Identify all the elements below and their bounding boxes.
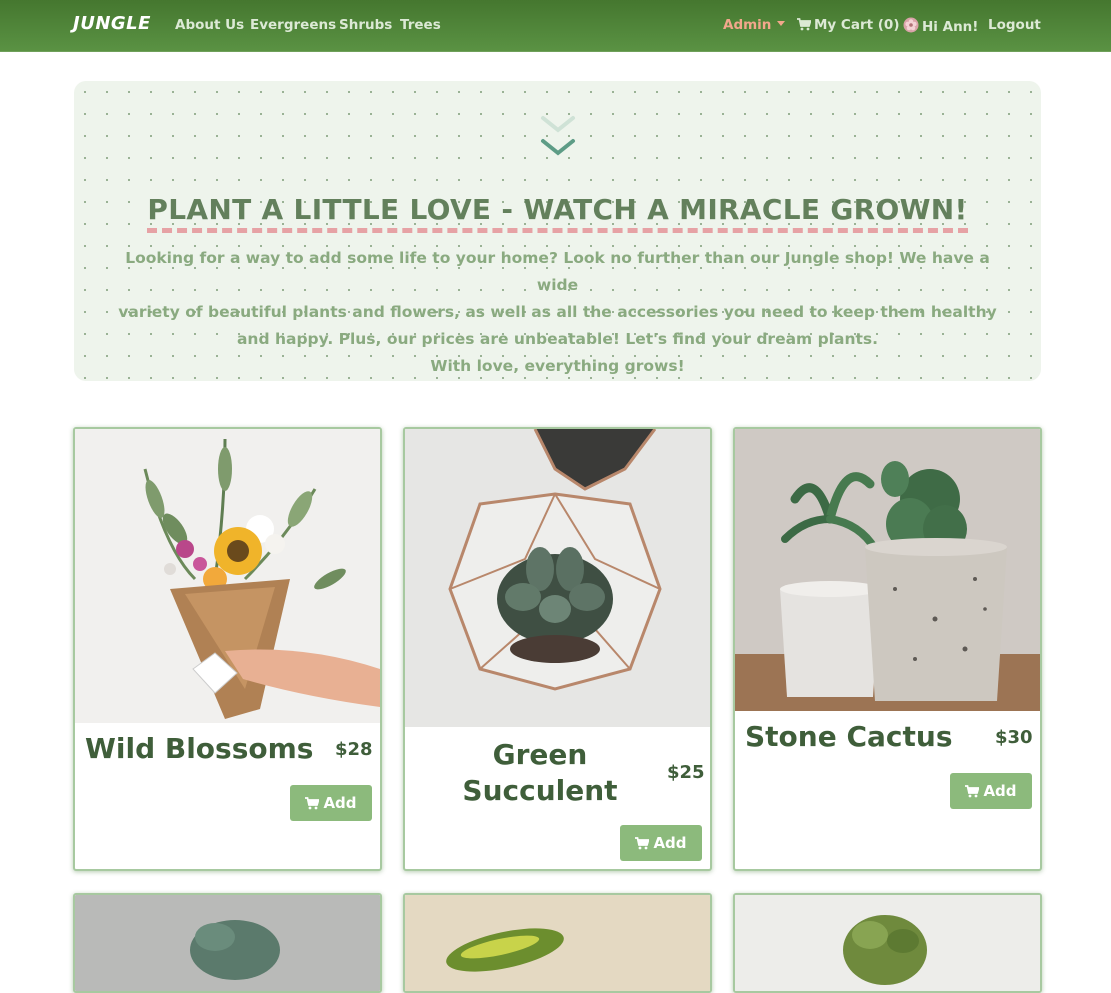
caret-down-icon <box>777 21 786 26</box>
product-image-wild-blossoms[interactable] <box>75 429 380 723</box>
nav-trees[interactable]: Trees <box>400 17 441 33</box>
product-card[interactable] <box>73 893 382 993</box>
hero-line: With love, everything grows! <box>430 357 685 375</box>
product-name[interactable]: Stone Cactus <box>745 719 952 755</box>
product-card[interactable]: Wild Blossoms $28 Add <box>73 427 382 871</box>
nav-admin-dropdown[interactable]: Admin <box>723 17 786 33</box>
hero-title: PLANT A LITTLE LOVE - WATCH A MIRACLE GR… <box>74 193 1041 233</box>
product-price: $25 <box>667 762 705 783</box>
nav-about-us[interactable]: About Us <box>175 17 244 33</box>
add-label: Add <box>323 794 357 812</box>
product-image[interactable] <box>405 895 710 993</box>
nav-logout[interactable]: Logout <box>988 17 1041 33</box>
hero-description: Looking for a way to add some life to yo… <box>104 245 1011 380</box>
product-price: $28 <box>335 739 373 760</box>
product-card[interactable] <box>403 893 712 993</box>
cart-label: My Cart (0) <box>814 17 900 33</box>
add-to-cart-button[interactable]: Add <box>950 773 1032 809</box>
user-greeting[interactable]: Hi Ann! <box>903 17 978 35</box>
hero-line: Looking for a way to add some life to yo… <box>125 249 990 294</box>
add-to-cart-button[interactable]: Add <box>620 825 702 861</box>
add-to-cart-button[interactable]: Add <box>290 785 372 821</box>
product-image-green-succulent[interactable] <box>405 429 710 727</box>
add-label: Add <box>653 834 687 852</box>
product-image[interactable] <box>735 895 1040 993</box>
product-price: $30 <box>995 727 1033 748</box>
product-card[interactable]: Stone Cactus $30 Add <box>733 427 1042 871</box>
hero-line: variety of beautiful plants and flowers,… <box>118 303 997 321</box>
hero-title-text: PLANT A LITTLE LOVE - WATCH A MIRACLE GR… <box>147 193 968 233</box>
flower-avatar-icon <box>903 17 919 33</box>
admin-label: Admin <box>723 17 772 33</box>
cart-icon <box>305 796 320 809</box>
greeting-label: Hi Ann! <box>922 19 979 35</box>
nav-shrubs[interactable]: Shrubs <box>339 17 392 33</box>
navbar: JUNGLE About Us Evergreens Shrubs Trees … <box>0 0 1111 52</box>
hero-line: and happy. Plus, our prices are unbeatab… <box>236 330 879 348</box>
product-card[interactable]: Green Succulent $25 Add <box>403 427 712 871</box>
product-name[interactable]: Wild Blossoms <box>85 731 313 767</box>
cart-icon <box>635 836 650 849</box>
hero-banner: PLANT A LITTLE LOVE - WATCH A MIRACLE GR… <box>74 81 1041 381</box>
brand-logo[interactable]: JUNGLE <box>73 13 151 34</box>
cart-icon <box>797 18 811 31</box>
nav-cart[interactable]: My Cart (0) <box>797 17 900 33</box>
product-image-stone-cactus[interactable] <box>735 429 1040 711</box>
nav-evergreens[interactable]: Evergreens <box>250 17 336 33</box>
product-image[interactable] <box>75 895 380 993</box>
product-name[interactable]: Green Succulent <box>425 737 655 809</box>
product-card[interactable] <box>733 893 1042 993</box>
add-label: Add <box>983 782 1017 800</box>
cart-icon <box>965 784 980 797</box>
double-chevron-down-icon <box>541 116 575 156</box>
